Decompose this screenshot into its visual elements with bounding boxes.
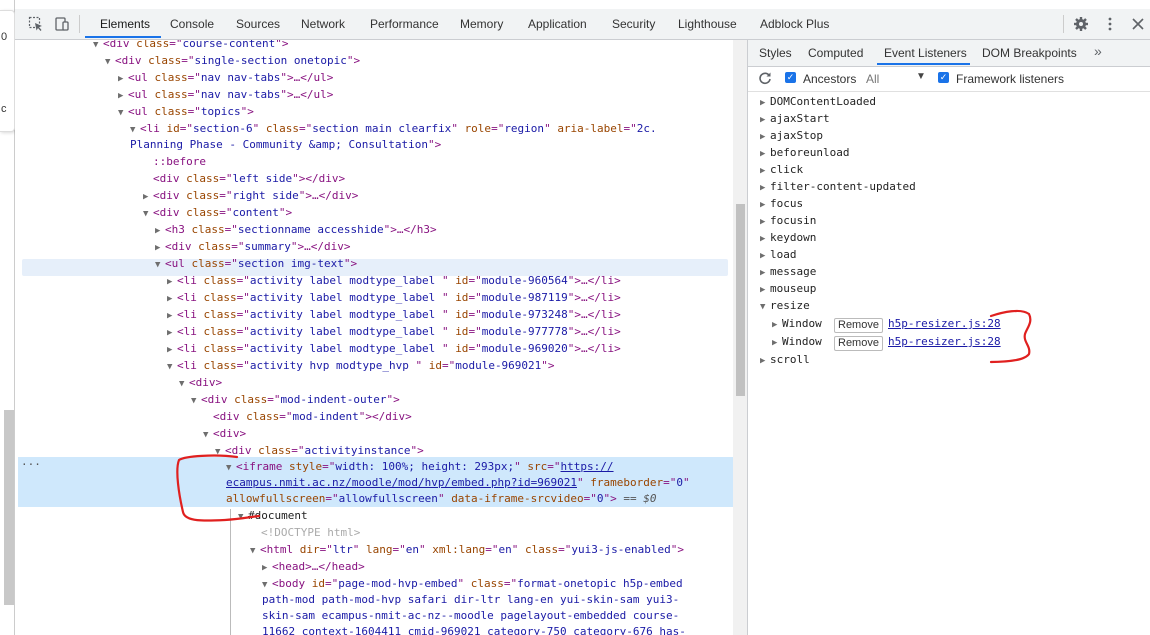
- more-tabs-chevron-icon[interactable]: »: [1094, 43, 1102, 59]
- event-item[interactable]: ▶ load: [760, 248, 797, 261]
- toolbar-separator: [79, 15, 80, 33]
- event-item[interactable]: ▶ focus: [760, 197, 803, 210]
- active-tab-indicator: [85, 36, 161, 38]
- devtools-toolbar: Elements Console Sources Network Perform…: [15, 9, 1150, 40]
- tree-row-body-cont: 11662 context-1604411 cmid-969021 catego…: [262, 625, 686, 635]
- tree-row[interactable]: <div class="mod-indent"></div>: [213, 408, 412, 425]
- tree-row-body[interactable]: ▼ <body id="page-mod-hvp-embed" class="fo…: [262, 575, 683, 592]
- tree-row-body-cont: path-mod path-mod-hvp safari dir-ltr lan…: [262, 593, 680, 606]
- node-menu-dots[interactable]: ···: [21, 458, 41, 471]
- remove-listener-button[interactable]: Remove: [834, 318, 883, 333]
- remove-listener-button[interactable]: Remove: [834, 336, 883, 351]
- toolbar-separator: [1063, 15, 1064, 33]
- tree-row-activity[interactable]: ▶ <li class="activity label modtype_label…: [167, 340, 621, 357]
- listener-target[interactable]: ▶ Window: [772, 335, 822, 348]
- tree-row-section[interactable]: ▼ <li id="section-6" class="section main …: [130, 120, 657, 137]
- tree-row-iframe-selected[interactable]: ▼ <iframe style="width: 100%; height: 293…: [226, 458, 614, 475]
- tree-row[interactable]: ▼ <div class="single-section onetopic">: [105, 52, 360, 69]
- event-item[interactable]: ▶ message: [760, 265, 816, 278]
- event-item[interactable]: ▶ mouseup: [760, 282, 816, 295]
- stub-text-2: c: [1, 103, 7, 115]
- tree-row-activity[interactable]: ▶ <li class="activity label modtype_label…: [167, 272, 621, 289]
- tree-row[interactable]: ▼ <ul class="topics">: [118, 103, 254, 120]
- device-toolbar-icon[interactable]: [54, 16, 70, 32]
- event-item[interactable]: ▶ scroll: [760, 353, 810, 366]
- event-item[interactable]: ▶ filter-content-updated: [760, 180, 916, 193]
- settings-gear-icon[interactable]: [1073, 16, 1089, 32]
- tree-row-doctype[interactable]: <!DOCTYPE html>: [261, 524, 360, 541]
- tree-row-head[interactable]: ▶ <head>…</head>: [262, 558, 365, 575]
- tree-row[interactable]: ▼ <ul class="section img-text">: [155, 255, 357, 272]
- event-item[interactable]: ▶ keydown: [760, 231, 816, 244]
- tab-performance[interactable]: Performance: [370, 17, 439, 31]
- tab-console[interactable]: Console: [170, 17, 214, 31]
- tree-row[interactable]: ▼ <div>: [179, 374, 222, 391]
- ancestors-checkbox[interactable]: ✓: [785, 72, 796, 83]
- tree-row-activity[interactable]: ▶ <li class="activity label modtype_label…: [167, 306, 621, 323]
- filter-dropdown-arrow-icon[interactable]: ▼: [916, 71, 926, 82]
- tab-event-listeners[interactable]: Event Listeners: [884, 46, 967, 60]
- stub-text-1: 0: [1, 31, 8, 43]
- tree-row[interactable]: ▶ <ul class="nav nav-tabs">…</ul>: [118, 86, 333, 103]
- tree-row[interactable]: ▼ <div class="mod-indent-outer">: [191, 391, 400, 408]
- framework-listeners-checkbox[interactable]: ✓: [938, 72, 949, 83]
- tree-row-iframe-cont: allowfullscreen="allowfullscreen" data-i…: [226, 492, 657, 505]
- tab-security[interactable]: Security: [612, 17, 655, 31]
- dom-tree-scroll-thumb[interactable]: [736, 204, 745, 396]
- event-listener-options: ✓ Ancestors All ▼ ✓ Framework listeners: [748, 67, 1150, 92]
- tab-adblock-plus[interactable]: Adblock Plus: [760, 17, 829, 31]
- framework-listeners-label: Framework listeners: [956, 72, 1065, 86]
- close-devtools-icon[interactable]: [1130, 16, 1146, 32]
- iframe-src-link[interactable]: https://: [561, 460, 614, 473]
- event-item[interactable]: ▶ beforeunload: [760, 146, 849, 159]
- tree-row[interactable]: ▼ <div class="content">: [143, 204, 292, 221]
- tab-styles[interactable]: Styles: [759, 46, 792, 60]
- tree-row[interactable]: ▶ <ul class="nav nav-tabs">…</ul>: [118, 69, 333, 86]
- tree-row-hovered[interactable]: ▶ <h3 class="sectionname accesshide">…</h…: [155, 221, 437, 238]
- event-item[interactable]: ▶ click: [760, 163, 803, 176]
- tree-row-pseudo[interactable]: ::before: [153, 153, 206, 170]
- tree-row[interactable]: <div class="left side"></div>: [153, 170, 345, 187]
- tab-dom-breakpoints[interactable]: DOM Breakpoints: [982, 46, 1077, 60]
- tree-row[interactable]: ▼ <div class="course-content">: [93, 40, 288, 52]
- tree-row-activity[interactable]: ▶ <li class="activity label modtype_label…: [167, 289, 621, 306]
- listener-target[interactable]: ▶ Window: [772, 317, 822, 330]
- tab-network[interactable]: Network: [301, 17, 345, 31]
- event-listener-list: ▶ DOMContentLoaded ▶ ajaxStart ▶ ajaxStop ▶…: [748, 92, 1150, 382]
- tab-elements[interactable]: Elements: [100, 17, 150, 31]
- tree-row-body-cont: skin-sam ecampus-nmit-ac-nz--moodle page…: [262, 609, 680, 622]
- event-item[interactable]: ▶ ajaxStart: [760, 112, 830, 125]
- tree-row[interactable]: ▶ <div class="summary">…</div>: [155, 238, 350, 255]
- tab-sources[interactable]: Sources: [236, 17, 280, 31]
- inspect-element-icon[interactable]: [28, 16, 44, 32]
- tab-memory[interactable]: Memory: [460, 17, 503, 31]
- ancestors-label: Ancestors: [803, 72, 857, 86]
- event-item-resize[interactable]: ▼ resize: [760, 299, 810, 312]
- selected-node-marker: == $0: [623, 492, 657, 505]
- more-options-icon[interactable]: [1102, 16, 1118, 32]
- tree-row-activity-hvp[interactable]: ▼ <li class="activity hvp modtype_hvp " i…: [167, 357, 555, 374]
- tree-row[interactable]: ▼ <div>: [203, 425, 246, 442]
- tree-row[interactable]: ▶ <div class="right side">…</div>: [143, 187, 358, 204]
- dom-tree-panel[interactable]: ··· ▼ <div class="course-content"> ▼ <div …: [15, 40, 733, 635]
- red-annotation-bracket: [176, 454, 261, 522]
- red-annotation-right-bracket: [989, 309, 1032, 364]
- tab-computed[interactable]: Computed: [808, 46, 863, 60]
- tab-lighthouse[interactable]: Lighthouse: [678, 17, 737, 31]
- event-item[interactable]: ▶ ajaxStop: [760, 129, 823, 142]
- event-item[interactable]: ▶ focusin: [760, 214, 816, 227]
- tree-row-activity[interactable]: ▶ <li class="activity label modtype_label…: [167, 323, 621, 340]
- page-stub-scrollbar: [4, 410, 14, 605]
- refresh-icon[interactable]: [758, 71, 772, 85]
- listener-filter-select[interactable]: All: [866, 72, 879, 86]
- tree-row-iframe-cont: ecampus.nmit.ac.nz/moodle/mod/hvp/embed.…: [226, 476, 690, 489]
- page-stub-card: 0 c: [0, 10, 15, 132]
- tree-row-html[interactable]: ▼ <html dir="ltr" lang="en" xml:lang="en"…: [250, 541, 684, 558]
- tab-application[interactable]: Application: [528, 17, 587, 31]
- event-item[interactable]: ▶ DOMContentLoaded: [760, 95, 876, 108]
- sidebar-active-tab-indicator: [877, 63, 970, 65]
- tree-row-section-cont: Planning Phase - Community &amp; Consult…: [130, 138, 442, 151]
- iframe-src-link-cont[interactable]: ecampus.nmit.ac.nz/moodle/mod/hvp/embed.…: [226, 476, 577, 489]
